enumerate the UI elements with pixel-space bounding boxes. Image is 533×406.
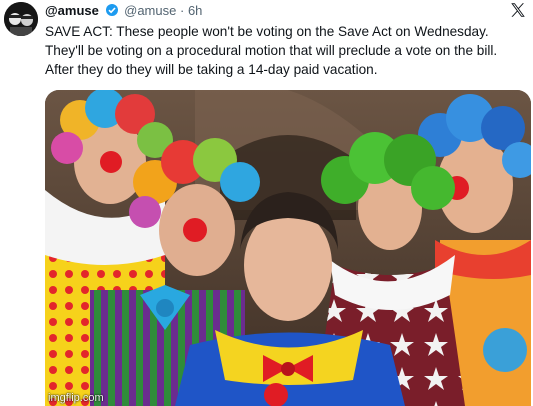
display-name[interactable]: @amuse [45,3,99,18]
avatar[interactable] [4,2,38,36]
x-logo-icon[interactable] [509,1,527,19]
tweet-image[interactable]: imgflip.com [45,90,531,406]
tweet-text: SAVE ACT: These people won't be voting o… [45,24,498,77]
watermark: imgflip.com [48,392,104,404]
handle[interactable]: @amuse [124,3,176,18]
tweet-header: @amuse @amuse · 6h [45,2,202,20]
separator: · [179,3,185,18]
avatar-image [4,2,38,36]
verified-icon [105,4,118,16]
timestamp[interactable]: 6h [188,3,202,18]
clown-group-photo [45,90,531,406]
